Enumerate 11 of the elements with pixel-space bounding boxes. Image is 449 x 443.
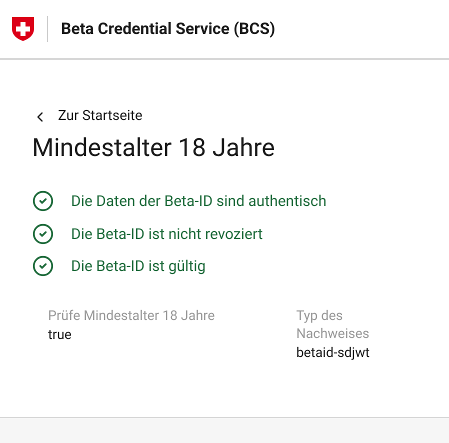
app-title: Beta Credential Service (BCS) xyxy=(61,18,276,40)
swiss-flag-shield-logo xyxy=(11,16,35,42)
field-value: betaid-sdjwt xyxy=(296,344,371,362)
field-label: Typ des Nachweises xyxy=(296,306,370,342)
back-link[interactable]: Zur Startseite xyxy=(32,106,142,127)
page-heading: Mindestalter 18 Jahre xyxy=(32,133,276,165)
check-result: Die Daten der Beta-ID sind authentisch xyxy=(71,191,327,212)
check-result: Die Beta-ID ist nicht revoziert xyxy=(71,224,263,244)
field-value: true xyxy=(48,326,73,344)
check-result: Die Beta-ID ist gültig xyxy=(71,256,206,277)
field-label: Prüfe Mindestalter 18 Jahre xyxy=(48,306,216,324)
